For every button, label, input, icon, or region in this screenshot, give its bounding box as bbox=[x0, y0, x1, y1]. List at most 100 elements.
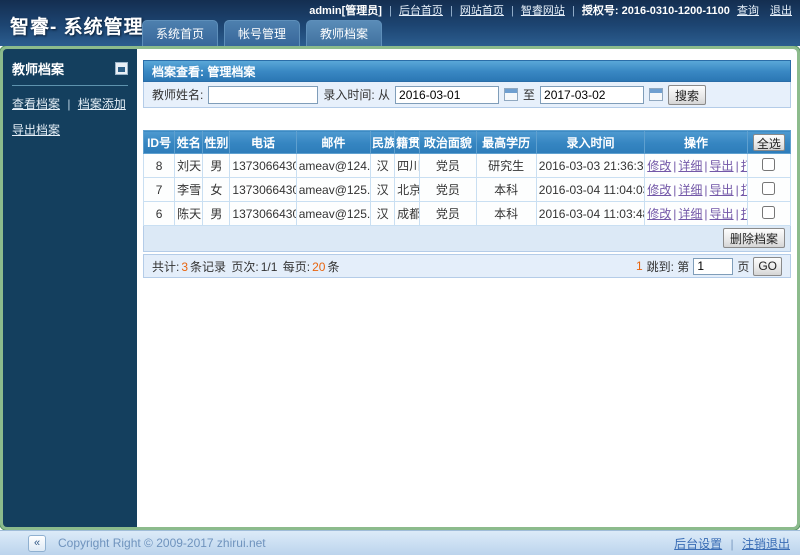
cell-gender: 女 bbox=[203, 178, 230, 202]
sidebar-item-view-archives[interactable]: 查看档案 bbox=[12, 97, 60, 111]
row-action-print[interactable]: 打印 bbox=[741, 159, 748, 173]
total-label: 共计: bbox=[152, 260, 179, 274]
delete-archives-button[interactable]: 删除档案 bbox=[723, 228, 785, 248]
cell-id: 6 bbox=[144, 202, 175, 226]
footer-logout-link[interactable]: 注销退出 bbox=[742, 537, 790, 551]
calendar-icon[interactable] bbox=[649, 88, 663, 101]
cell-politics: 党员 bbox=[420, 178, 476, 202]
cell-time: 2016-03-04 11:03:48 bbox=[536, 202, 645, 226]
select-all-button[interactable]: 全选 bbox=[753, 134, 785, 151]
col-header-origin: 籍贯 bbox=[395, 131, 420, 154]
row-action-detail[interactable]: 详细 bbox=[678, 207, 702, 221]
row-action-detail[interactable]: 详细 bbox=[678, 159, 702, 173]
separator: | bbox=[673, 183, 676, 197]
license-number: 授权号: 2016-0310-1200-1100 bbox=[582, 5, 730, 17]
cell-origin: 北京 bbox=[395, 178, 420, 202]
logout-link[interactable]: 退出 bbox=[770, 5, 792, 17]
tab-account-management[interactable]: 帐号管理 bbox=[224, 20, 300, 46]
cell-select bbox=[747, 154, 790, 178]
copyright-text: Copyright Right © 2009-2017 zhirui.net bbox=[58, 536, 266, 550]
cell-ethnicity: 汉 bbox=[371, 202, 395, 226]
cell-phone: 13730664304 bbox=[230, 202, 296, 226]
cell-select bbox=[747, 178, 790, 202]
link-zhirui-site[interactable]: 智睿网站 bbox=[521, 5, 565, 17]
sidebar-item-add-archive[interactable]: 档案添加 bbox=[78, 97, 126, 111]
footer-links: 后台设置 | 注销退出 bbox=[674, 535, 790, 552]
sidebar-collapse-icon[interactable] bbox=[115, 62, 128, 75]
page-label: 页次: bbox=[231, 260, 258, 274]
separator: | bbox=[511, 5, 514, 17]
separator: | bbox=[67, 97, 70, 111]
cell-select bbox=[747, 202, 790, 226]
page-jump: 1 跳到: 第 页 GO bbox=[636, 257, 782, 276]
link-site-home[interactable]: 网站首页 bbox=[460, 5, 504, 17]
row-select-checkbox[interactable] bbox=[762, 206, 775, 219]
sidebar-title: 教师档案 bbox=[12, 59, 64, 78]
total-count: 3 bbox=[181, 260, 188, 274]
row-action-edit[interactable]: 修改 bbox=[647, 207, 671, 221]
row-action-export[interactable]: 导出 bbox=[710, 159, 734, 173]
row-action-export[interactable]: 导出 bbox=[710, 183, 734, 197]
footer: « Copyright Right © 2009-2017 zhirui.net… bbox=[0, 530, 800, 555]
row-action-edit[interactable]: 修改 bbox=[647, 159, 671, 173]
table-row: 8刘天男13730664308ameav@124.com汉四川党员研究生2016… bbox=[144, 154, 791, 178]
table-header-row: ID号 姓名 性别 电话 邮件 民族 籍贯 政治面貌 最高学历 录入时间 操作 … bbox=[144, 131, 791, 154]
search-button[interactable]: 搜索 bbox=[668, 85, 706, 105]
go-button[interactable]: GO bbox=[753, 257, 782, 276]
cell-name: 刘天 bbox=[175, 154, 203, 178]
records-tbody: 8刘天男13730664308ameav@124.com汉四川党员研究生2016… bbox=[144, 154, 791, 226]
main-tabs: 系统首页 帐号管理 教师档案 bbox=[142, 20, 382, 46]
calendar-icon[interactable] bbox=[504, 88, 518, 101]
jump-page-input[interactable] bbox=[693, 258, 733, 275]
sidebar: 教师档案 查看档案 | 档案添加 导出档案 bbox=[3, 49, 137, 527]
pagination-bar: 共计:3条记录 页次:1/1 每页:20条 1 跳到: 第 页 GO bbox=[143, 254, 791, 278]
cell-gender: 男 bbox=[203, 202, 230, 226]
separator: | bbox=[736, 183, 739, 197]
row-action-edit[interactable]: 修改 bbox=[647, 183, 671, 197]
tab-teacher-archives[interactable]: 教师档案 bbox=[306, 20, 382, 46]
record-stats: 共计:3条记录 页次:1/1 每页:20条 bbox=[152, 258, 341, 275]
col-header-select-all: 全选 bbox=[747, 131, 790, 154]
app-title: 智睿- 系统管理 bbox=[10, 12, 144, 39]
date-to-input[interactable] bbox=[540, 86, 644, 104]
tab-system-home[interactable]: 系统首页 bbox=[142, 20, 218, 46]
row-action-export[interactable]: 导出 bbox=[710, 207, 734, 221]
sidebar-item-export-archives[interactable]: 导出档案 bbox=[12, 123, 60, 137]
cell-education: 本科 bbox=[476, 178, 536, 202]
row-select-checkbox[interactable] bbox=[762, 182, 775, 195]
footer-collapse-button[interactable]: « bbox=[28, 535, 46, 552]
cell-name: 陈天 bbox=[175, 202, 203, 226]
jump-label: 跳到: 第 bbox=[647, 258, 690, 275]
sidebar-row: 导出档案 bbox=[12, 121, 128, 138]
cell-name: 李雪 bbox=[175, 178, 203, 202]
link-backend-home[interactable]: 后台首页 bbox=[399, 5, 443, 17]
panel-title: 档案查看: 管理档案 bbox=[143, 60, 791, 82]
row-action-print[interactable]: 打印 bbox=[741, 207, 748, 221]
cell-time: 2016-03-03 21:36:32 bbox=[536, 154, 645, 178]
col-header-entry-time: 录入时间 bbox=[536, 131, 645, 154]
separator: | bbox=[450, 5, 453, 17]
separator: | bbox=[704, 183, 707, 197]
teacher-name-input[interactable] bbox=[208, 86, 318, 104]
backend-settings-link[interactable]: 后台设置 bbox=[674, 537, 722, 551]
license-check-link[interactable]: 查询 bbox=[737, 5, 759, 17]
date-from-input[interactable] bbox=[395, 86, 499, 104]
current-page-number[interactable]: 1 bbox=[636, 259, 643, 273]
col-header-politics: 政治面貌 bbox=[420, 131, 476, 154]
col-header-education: 最高学历 bbox=[476, 131, 536, 154]
row-action-detail[interactable]: 详细 bbox=[678, 183, 702, 197]
col-header-id: ID号 bbox=[144, 131, 175, 154]
total-suffix: 条记录 bbox=[190, 260, 226, 274]
cell-origin: 四川 bbox=[395, 154, 420, 178]
top-header: admin[管理员] | 后台首页 | 网站首页 | 智睿网站 | 授权号: 2… bbox=[0, 0, 800, 46]
separator: | bbox=[704, 207, 707, 221]
separator: | bbox=[704, 159, 707, 173]
cell-email: ameav@124.com bbox=[296, 154, 370, 178]
cell-actions: 修改|详细|导出|打印 bbox=[645, 178, 747, 202]
cell-politics: 党员 bbox=[420, 202, 476, 226]
content-wrapper: 教师档案 查看档案 | 档案添加 导出档案 档案查看: 管理档案 教师姓名: 录… bbox=[0, 46, 800, 530]
col-header-ethnicity: 民族 bbox=[371, 131, 395, 154]
table-row: 7李雪女13730664304ameav@125.com汉北京党员本科2016-… bbox=[144, 178, 791, 202]
row-select-checkbox[interactable] bbox=[762, 158, 775, 171]
row-action-print[interactable]: 打印 bbox=[741, 183, 748, 197]
